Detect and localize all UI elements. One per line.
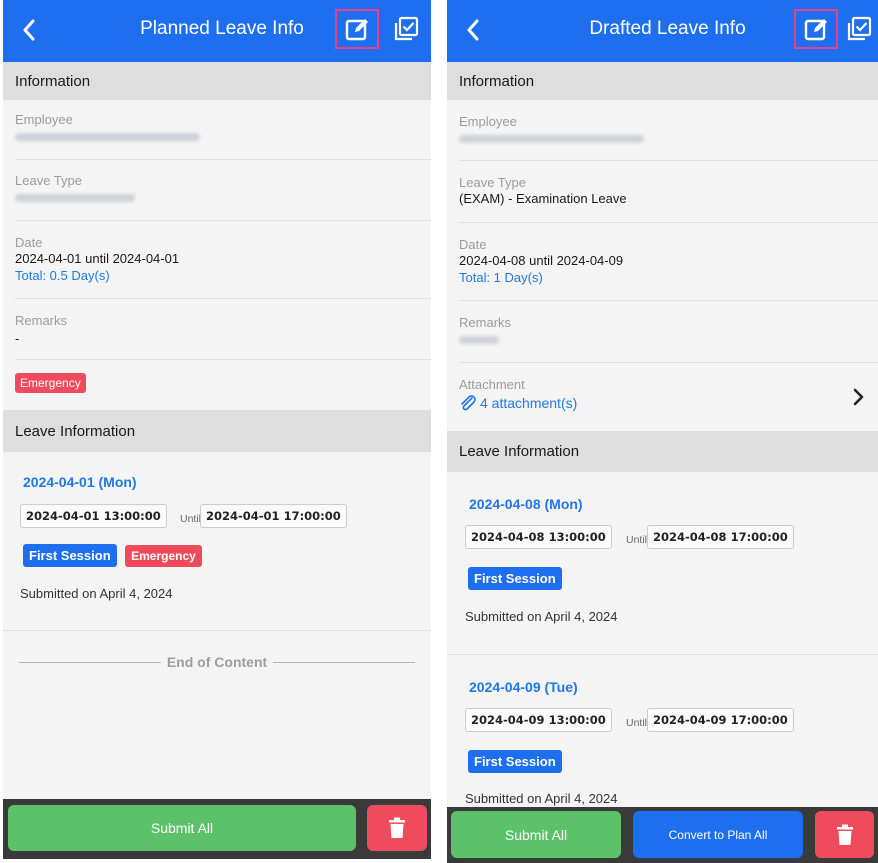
tags-row: First Session	[468, 567, 562, 590]
date-field: Date 2024-04-08 until 2024-04-09 Total: …	[459, 237, 878, 285]
trash-icon	[389, 817, 405, 838]
employee-label: Employee	[15, 112, 73, 127]
edit-icon	[804, 19, 827, 41]
emergency-tag: Emergency	[15, 373, 86, 393]
divider-line	[273, 661, 415, 663]
until-label: Until	[626, 717, 648, 729]
leave-type-value: (EXAM) - Examination Leave	[459, 191, 627, 206]
session-tag: First Session	[23, 544, 117, 567]
remarks-field: Remarks	[459, 315, 878, 349]
divider	[15, 220, 431, 221]
attachment-label: Attachment	[459, 377, 525, 392]
leave-type-field: Leave Type (EXAM) - Examination Leave	[459, 175, 878, 206]
end-of-content: End of Content	[19, 654, 415, 670]
date-label: Date	[15, 235, 43, 250]
until-label: Until	[180, 513, 202, 525]
delete-button[interactable]	[367, 805, 427, 851]
planned-leave-screen: Planned Leave Info Information Employee …	[3, 0, 431, 859]
until-label: Until	[626, 534, 648, 546]
leave-day-title: 2024-04-09 (Tue)	[469, 679, 578, 695]
leave-end-time: 2024-04-01 17:00:00	[200, 504, 347, 528]
drafted-leave-screen: Drafted Leave Info Information Employee …	[447, 0, 878, 863]
leave-type-field: Leave Type	[15, 173, 431, 207]
information-header: Information	[447, 62, 878, 100]
leave-day-title: 2024-04-08 (Mon)	[469, 496, 583, 512]
leave-entry-card: 2024-04-08 (Mon) 2024-04-08 13:00:00 Unt…	[447, 472, 878, 654]
leave-end-time: 2024-04-08 17:00:00	[647, 525, 794, 549]
divider	[15, 159, 431, 160]
divider-line	[19, 661, 161, 663]
submit-all-button[interactable]: Submit All	[8, 805, 356, 851]
employee-field: Employee	[459, 114, 878, 148]
emergency-tag-wrap: Emergency	[15, 373, 86, 393]
leave-type-label: Leave Type	[15, 173, 82, 188]
leave-entry-card: 2024-04-09 (Tue) 2024-04-09 13:00:00 Unt…	[447, 655, 878, 806]
date-label: Date	[459, 237, 487, 252]
divider	[459, 160, 878, 161]
check-list-icon	[394, 16, 419, 41]
paperclip-icon	[461, 395, 476, 411]
leave-information-header: Leave Information	[3, 410, 431, 452]
divider	[15, 359, 431, 360]
app-bar: Planned Leave Info	[3, 0, 431, 62]
end-of-content-label: End of Content	[166, 654, 268, 670]
remarks-label: Remarks	[459, 315, 512, 330]
employee-value-redacted	[459, 129, 878, 148]
chevron-right-icon	[853, 388, 864, 406]
select-all-button[interactable]	[384, 9, 428, 49]
remarks-field: Remarks -	[15, 313, 431, 346]
session-tag: First Session	[468, 750, 562, 773]
date-value: 2024-04-08 until 2024-04-09	[459, 253, 624, 268]
check-list-icon	[847, 16, 872, 41]
leave-start-time: 2024-04-01 13:00:00	[20, 504, 167, 528]
submitted-date: Submitted on April 4, 2024	[20, 586, 173, 601]
edit-icon	[345, 19, 368, 41]
submit-all-button[interactable]: Submit All	[451, 811, 621, 858]
edit-button[interactable]	[335, 9, 379, 49]
date-field: Date 2024-04-01 until 2024-04-01 Total: …	[15, 235, 431, 283]
remarks-label: Remarks	[15, 313, 68, 328]
tags-row: First Session	[468, 750, 562, 773]
employee-value-redacted	[15, 127, 431, 146]
date-value: 2024-04-01 until 2024-04-01	[15, 251, 180, 266]
leave-start-time: 2024-04-08 13:00:00	[465, 525, 612, 549]
divider	[3, 630, 431, 631]
delete-button[interactable]	[815, 811, 874, 858]
bottom-action-bar: Submit All	[3, 799, 431, 859]
edit-button[interactable]	[794, 9, 838, 49]
attachment-link[interactable]: 4 attachment(s)	[459, 395, 878, 411]
leave-end-time: 2024-04-09 17:00:00	[647, 708, 794, 732]
remarks-value-redacted	[459, 330, 878, 349]
employee-label: Employee	[459, 114, 517, 129]
session-tag: First Session	[468, 567, 562, 590]
divider	[459, 362, 878, 363]
leave-start-time: 2024-04-09 13:00:00	[465, 708, 612, 732]
leave-day-title: 2024-04-01 (Mon)	[23, 474, 137, 490]
trash-icon	[836, 824, 853, 845]
leave-type-value-redacted	[15, 188, 431, 207]
employee-field: Employee	[15, 112, 431, 146]
select-all-button[interactable]	[837, 9, 878, 49]
convert-to-plan-all-button[interactable]: Convert to Plan All	[633, 811, 803, 858]
leave-information-header: Leave Information	[447, 431, 878, 472]
divider	[459, 222, 878, 223]
total-days: Total: 1 Day(s)	[459, 270, 543, 285]
submitted-date: Submitted on April 4, 2024	[465, 791, 618, 806]
leave-entry-card: 2024-04-01 (Mon) 2024-04-01 13:00:00 Unt…	[3, 452, 431, 630]
divider	[459, 300, 878, 301]
leave-type-label: Leave Type	[459, 175, 526, 190]
attachment-row[interactable]: Attachment 4 attachment(s)	[459, 377, 878, 421]
submitted-date: Submitted on April 4, 2024	[465, 609, 618, 624]
bottom-action-bar: Submit All Convert to Plan All	[447, 807, 878, 863]
tags-row: First Session Emergency	[23, 544, 202, 567]
information-header: Information	[3, 62, 431, 100]
app-bar: Drafted Leave Info	[447, 0, 878, 62]
total-days: Total: 0.5 Day(s)	[15, 268, 110, 283]
divider	[15, 298, 431, 299]
emergency-tag: Emergency	[125, 545, 202, 567]
attachment-count: 4 attachment(s)	[480, 395, 578, 411]
remarks-value: -	[15, 331, 20, 346]
